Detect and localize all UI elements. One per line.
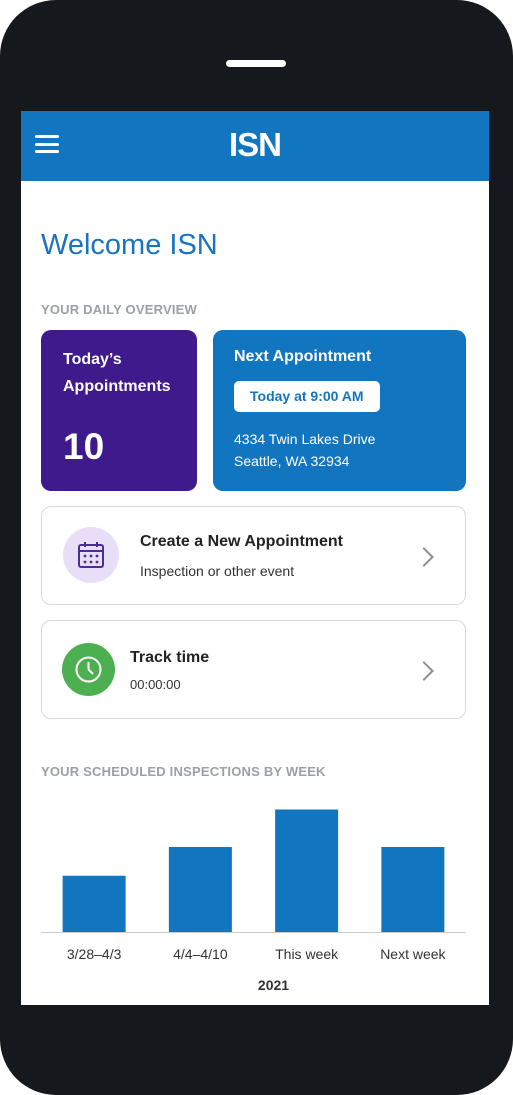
create-appointment-button[interactable]: Create a New Appointment Inspection or o… [41, 506, 466, 605]
todays-appointments-card[interactable]: Today’s Appointments 10 [41, 330, 197, 491]
next-appointment-address: 4334 Twin Lakes Drive Seattle, WA 32934 [234, 428, 375, 472]
chevron-right-icon [414, 661, 434, 681]
x-axis-label: 2021 [258, 977, 289, 993]
bar-2 [275, 809, 339, 932]
track-time-button[interactable]: Track time 00:00:00 [41, 620, 466, 719]
phone-frame: ISN Welcome ISN YOUR DAILY OVERVIEW Toda… [0, 0, 513, 1095]
x-tick-label: 3/28–4/3 [67, 946, 122, 962]
clock-icon-circle [62, 643, 115, 696]
track-time-title: Track time [130, 649, 210, 666]
todays-appointments-count: 10 [63, 426, 105, 467]
next-appointment-card[interactable]: Next Appointment Today at 9:00 AM 4334 T… [213, 330, 466, 491]
track-time-timer: 00:00:00 [130, 677, 181, 692]
chevron-right-icon [414, 547, 434, 567]
create-appointment-title: Create a New Appointment [140, 533, 343, 550]
calendar-icon-circle [63, 527, 119, 583]
x-tick-label: This week [275, 946, 339, 962]
calendar-icon [78, 542, 104, 568]
app-header: ISN [21, 111, 489, 181]
clock-icon [75, 656, 102, 683]
create-appointment-subtitle: Inspection or other event [140, 563, 295, 579]
bar-0 [62, 875, 126, 932]
next-appointment-title: Next Appointment [234, 348, 372, 365]
page-title: Welcome ISN [41, 229, 218, 261]
bar-3 [381, 847, 445, 932]
address-line-1: 4334 Twin Lakes Drive [234, 431, 376, 447]
todays-appointments-title: Today’s Appointments [63, 351, 171, 395]
address-line-2: Seattle, WA 32934 [234, 453, 350, 469]
x-tick-label: 4/4–4/10 [173, 946, 228, 962]
daily-overview-label: YOUR DAILY OVERVIEW [41, 302, 197, 317]
bar-1 [168, 847, 232, 932]
isn-logo: ISN [228, 126, 282, 163]
app-screen: ISN Welcome ISN YOUR DAILY OVERVIEW Toda… [21, 111, 489, 1005]
inspections-chart-label: YOUR SCHEDULED INSPECTIONS BY WEEK [41, 764, 326, 779]
x-tick-label: Next week [380, 946, 446, 962]
inspections-bar-chart: 3/28–4/3 4/4–4/10 This week Next week 2021 [41, 809, 466, 993]
next-appointment-time-badge: Today at 9:00 AM [234, 381, 380, 412]
phone-speaker [226, 60, 286, 67]
